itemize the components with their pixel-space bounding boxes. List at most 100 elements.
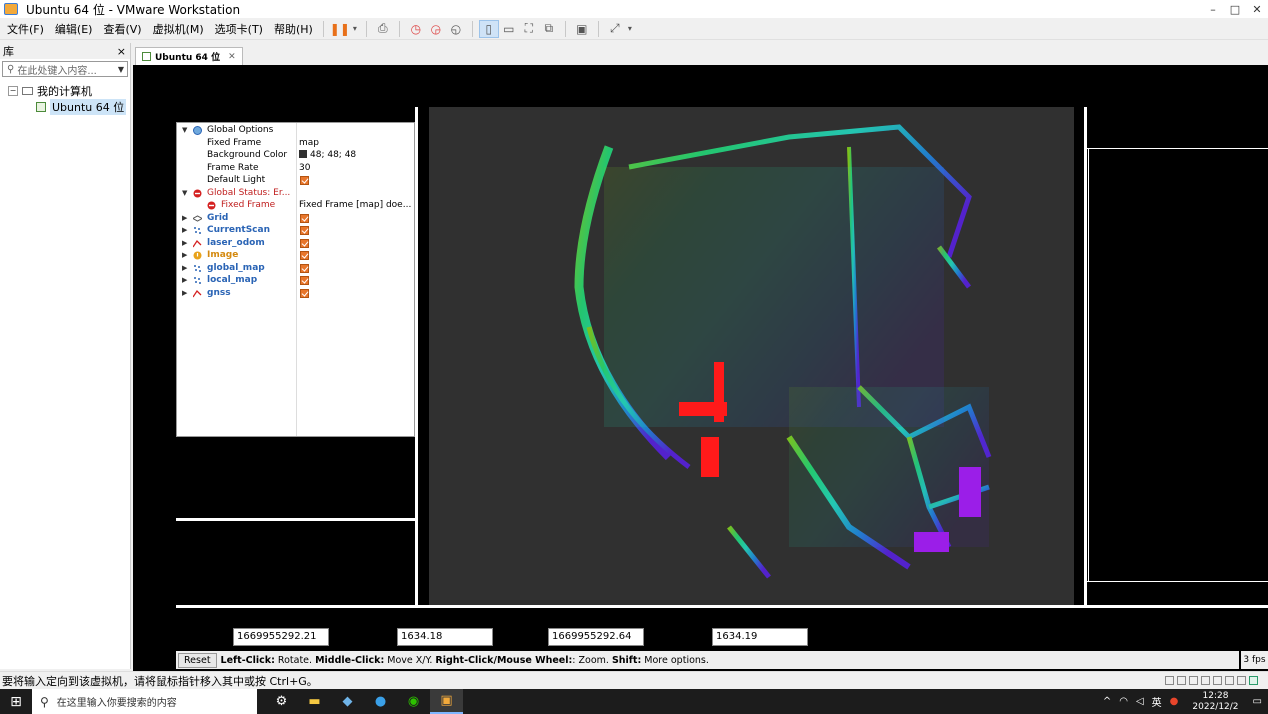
vmware-status-bar: 要将输入定向到该虚拟机，请将鼠标指针移入其中或按 Ctrl+G。 (0, 671, 1268, 689)
menu-vm[interactable]: 虚拟机(M) (149, 21, 208, 37)
tree-item-ubuntu[interactable]: Ubuntu 64 位 (0, 99, 130, 115)
file-explorer-icon[interactable]: ▬ (298, 689, 331, 714)
menu-bar: 文件(F) 编辑(E) 查看(V) 虚拟机(M) 选项卡(T) 帮助(H) ❚❚… (0, 18, 1268, 40)
checkbox[interactable] (300, 263, 309, 273)
hint-key: Shift: (611, 654, 642, 666)
checkbox[interactable] (300, 276, 309, 285)
expand-right-icon[interactable]: ▶ (182, 224, 187, 237)
dropdown-arrow-icon[interactable]: ▾ (350, 20, 360, 38)
vm-display[interactable]: ▼ Global Options Fixed Frame map Background … (133, 65, 1268, 671)
minimize-button[interactable]: – (1202, 3, 1224, 16)
console-icon[interactable]: ▣ (572, 20, 592, 38)
menu-help[interactable]: 帮助(H) (270, 21, 317, 37)
close-button[interactable]: ✕ (1246, 3, 1268, 16)
wifi-icon[interactable]: ◠ (1119, 696, 1128, 707)
sound-icon[interactable] (1213, 676, 1222, 685)
display-row[interactable]: Fixed Frame map (177, 137, 416, 150)
expand-down-icon[interactable]: ▼ (182, 187, 187, 200)
notes-icon[interactable]: ◆ (331, 689, 364, 714)
stretch-guest-icon[interactable]: ⤢ (605, 20, 625, 38)
ros-elapsed-field[interactable]: 1634.18 (397, 628, 493, 646)
display-row[interactable]: ▶ CurrentScan (177, 224, 416, 237)
menu-view[interactable]: 查看(V) (99, 21, 145, 37)
maximize-button[interactable]: □ (1224, 3, 1246, 16)
hdd-icon[interactable] (1165, 676, 1174, 685)
checkbox[interactable] (300, 176, 309, 185)
thumbnail-bar-icon[interactable]: ▭ (499, 20, 519, 38)
settings-icon[interactable]: ⚙ (265, 689, 298, 714)
ime-indicator[interactable]: 英 (1152, 694, 1162, 709)
display-row[interactable]: ▼ Global Options (177, 124, 416, 137)
display-row[interactable]: Default Light (177, 174, 416, 187)
display-icon[interactable] (1237, 676, 1246, 685)
notification-icon[interactable]: ▭ (1253, 696, 1262, 707)
expand-right-icon[interactable]: ▶ (182, 287, 187, 300)
tab-ubuntu[interactable]: Ubuntu 64 位 ✕ (135, 47, 243, 65)
printer-icon[interactable] (1225, 676, 1234, 685)
chevron-down-icon[interactable]: ▼ (118, 65, 124, 74)
wall-elapsed-field[interactable]: 1634.19 (712, 628, 808, 646)
display-row[interactable]: ▶ Image (177, 249, 416, 262)
panel-divider (1084, 107, 1087, 605)
checkbox[interactable] (300, 251, 309, 260)
expand-right-icon[interactable]: ▶ (182, 262, 187, 275)
expand-right-icon[interactable]: ▶ (182, 212, 187, 225)
cdrom-icon[interactable] (1177, 676, 1186, 685)
send-keys-icon[interactable]: ⎙ (373, 20, 393, 38)
unity-icon[interactable]: ⧉ (539, 20, 559, 38)
usb-icon[interactable] (1201, 676, 1210, 685)
wechat-icon[interactable]: ◉ (397, 689, 430, 714)
display-row[interactable]: ▶ laser_odom (177, 237, 416, 250)
tab-close-icon[interactable]: ✕ (228, 52, 236, 62)
system-tray: ^ ◠ ◁ 英 ● 12:28 2022/12/2 ▭ (1103, 691, 1262, 713)
edge-browser-icon[interactable]: ● (364, 689, 397, 714)
menu-edit[interactable]: 编辑(E) (51, 21, 97, 37)
snapshot-manager-icon[interactable]: ◵ (446, 20, 466, 38)
collapse-icon[interactable]: − (8, 86, 18, 96)
menu-file[interactable]: 文件(F) (3, 21, 48, 37)
revert-snapshot-icon[interactable]: ◶ (426, 20, 446, 38)
display-value: 30 (299, 162, 310, 175)
checkbox[interactable] (300, 288, 309, 298)
menu-tabs[interactable]: 选项卡(T) (211, 21, 267, 37)
taskbar-clock[interactable]: 12:28 2022/12/2 (1192, 691, 1238, 713)
checkbox[interactable] (300, 226, 309, 235)
snapshot-icon[interactable]: ◷ (406, 20, 426, 38)
reset-button[interactable]: Reset (178, 652, 217, 668)
search-icon: ⚲ (40, 694, 49, 709)
vmware-taskbar-icon[interactable]: ▣ (430, 689, 463, 714)
expand-right-icon[interactable]: ▶ (182, 274, 187, 287)
display-row[interactable]: ▶ global_map (177, 262, 416, 275)
display-row[interactable]: ▼ Global Status: Er... (177, 187, 416, 200)
checkbox[interactable] (300, 213, 309, 223)
taskbar-search-input[interactable]: ⚲ 在这里输入你要搜索的内容 (32, 689, 257, 714)
dropdown-arrow-icon[interactable]: ▾ (625, 20, 635, 38)
antivirus-icon[interactable]: ● (1170, 696, 1179, 707)
tree-item-my-computer[interactable]: − 我的计算机 (0, 83, 130, 99)
pause-icon[interactable]: ❚❚ (330, 20, 350, 38)
display-row[interactable]: Fixed Frame Fixed Frame [map] doe... (177, 199, 416, 212)
display-name: laser_odom (207, 237, 265, 248)
expand-right-icon[interactable]: ▶ (182, 249, 187, 262)
display-row[interactable]: ▶ Grid (177, 212, 416, 225)
volume-icon[interactable]: ◁ (1136, 696, 1144, 707)
display-row[interactable]: Background Color 48; 48; 48 (177, 149, 416, 162)
library-close-button[interactable]: × (117, 45, 126, 58)
display-row[interactable]: ▶ local_map (177, 274, 416, 287)
checkbox[interactable] (300, 238, 309, 248)
fullscreen-icon[interactable]: ⛶ (519, 20, 539, 38)
display-row[interactable]: Frame Rate 30 (177, 162, 416, 175)
rviz-3d-view[interactable] (429, 107, 1074, 605)
expand-right-icon[interactable]: ▶ (182, 237, 187, 250)
wall-time-field[interactable]: 1669955292.64 (548, 628, 644, 646)
expand-down-icon[interactable]: ▼ (182, 124, 187, 137)
library-search-input[interactable]: ⚲ 在此处键入内容... ▼ (2, 61, 128, 77)
display-row[interactable]: ▶ gnss (177, 287, 416, 300)
show-library-icon[interactable]: ▯ (478, 19, 499, 38)
windows-start-icon[interactable]: ⊞ (0, 694, 32, 710)
network-icon[interactable] (1189, 676, 1198, 685)
pointcloud-icon (193, 226, 202, 235)
ros-time-field[interactable]: 1669955292.21 (233, 628, 329, 646)
chevron-up-icon[interactable]: ^ (1103, 696, 1111, 707)
message-log-icon[interactable] (1249, 676, 1258, 685)
